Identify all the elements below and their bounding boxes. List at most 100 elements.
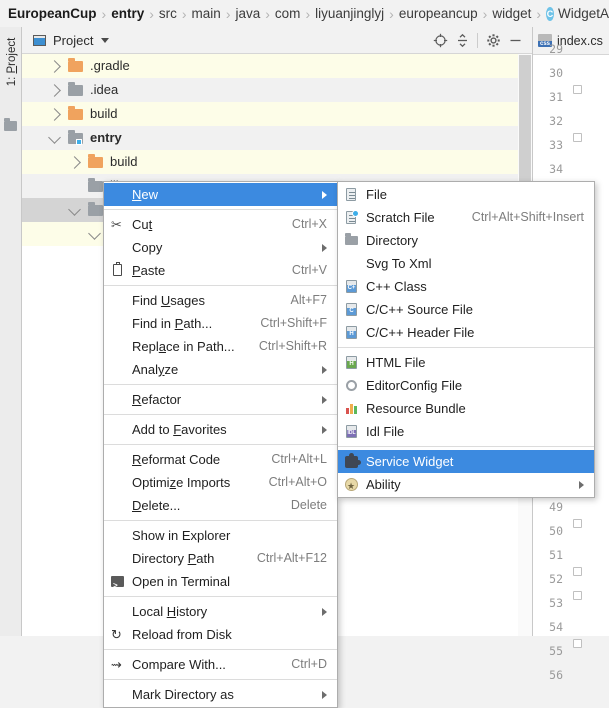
menu-item-open-in-terminal[interactable]: Open in Terminal	[104, 570, 337, 597]
breadcrumb-item-liyuanjinglyj[interactable]: liyuanjinglyj	[315, 6, 384, 21]
menu-item-shortcut: Ctrl+D	[291, 657, 327, 671]
menu-item-reformat-code[interactable]: Reformat Code Ctrl+Alt+L	[104, 448, 337, 471]
menu-item-optimize-imports[interactable]: Optimize Imports Ctrl+Alt+O	[104, 471, 337, 494]
breadcrumb-item-widgeta[interactable]: WidgetA	[558, 6, 609, 21]
chevron-down-icon[interactable]	[68, 203, 81, 216]
menu-item-shortcut: Delete	[290, 498, 327, 512]
chevron-down-icon[interactable]	[101, 37, 110, 43]
code-fold-marker[interactable]	[573, 85, 582, 94]
tree-row[interactable]: .idea	[22, 78, 518, 102]
compare-icon: ⇝	[111, 657, 122, 672]
menu-item-resource-bundle[interactable]: Resource Bundle	[338, 397, 594, 420]
project-window-icon	[33, 34, 46, 46]
menu-item-c-c-header-file[interactable]: H C/C++ Header File	[338, 321, 594, 344]
select-opened-file-icon[interactable]	[429, 30, 451, 52]
menu-item-label: Open in Terminal	[132, 574, 231, 589]
tree-row-label: .idea	[90, 82, 119, 97]
menu-item-directory-path[interactable]: Directory Path Ctrl+Alt+F12	[104, 547, 337, 570]
breadcrumb-item-widget[interactable]: widget	[492, 6, 531, 21]
menu-item-editorconfig-file[interactable]: EditorConfig File	[338, 374, 594, 397]
chevron-right-icon[interactable]	[48, 60, 61, 73]
html-file-icon: H	[344, 355, 359, 370]
menu-item-new[interactable]: New	[104, 183, 337, 206]
new-submenu[interactable]: File Scratch File Ctrl+Alt+Shift+Insert Dir…	[337, 181, 595, 498]
menu-item-file[interactable]: File	[338, 183, 594, 206]
menu-item-idl-file[interactable]: IDL Idl File	[338, 420, 594, 443]
breadcrumb-separator: ›	[389, 5, 394, 22]
menu-item-scratch-file[interactable]: Scratch File Ctrl+Alt+Shift+Insert	[338, 206, 594, 229]
tree-row[interactable]: .gradle	[22, 54, 518, 78]
tree-row[interactable]: entry	[22, 126, 518, 150]
hide-icon[interactable]	[504, 30, 526, 52]
menu-item-shortcut: Ctrl+Alt+Shift+Insert	[471, 210, 584, 224]
menu-item-local-history[interactable]: Local History	[104, 600, 337, 623]
chevron-right-icon[interactable]	[48, 108, 61, 121]
line-number: 54	[549, 620, 563, 634]
menu-item-refactor[interactable]: Refactor	[104, 388, 337, 411]
breadcrumb-item-com[interactable]: com	[275, 6, 301, 21]
menu-item-ability[interactable]: Ability	[338, 473, 594, 498]
collapse-all-icon[interactable]	[451, 30, 473, 52]
menu-item-delete[interactable]: Delete... Delete	[104, 494, 337, 517]
breadcrumb-separator: ›	[149, 5, 154, 22]
project-panel-actions	[429, 27, 526, 54]
menu-item-find-usages[interactable]: Find Usages Alt+F7	[104, 289, 337, 312]
tree-row[interactable]: build	[22, 102, 518, 126]
line-number: 56	[549, 668, 563, 682]
line-number: 30	[549, 66, 563, 80]
menu-item-svg-to-xml[interactable]: Svg To Xml	[338, 252, 594, 275]
chevron-down-icon[interactable]	[88, 227, 101, 240]
code-fold-marker[interactable]	[573, 519, 582, 528]
menu-item-find-in-path[interactable]: Find in Path... Ctrl+Shift+F	[104, 312, 337, 335]
menu-item-label: Replace in Path...	[132, 339, 235, 354]
project-panel-header: Project	[22, 27, 532, 54]
menu-item-compare-with[interactable]: ⇝ Compare With... Ctrl+D	[104, 653, 337, 676]
menu-item-shortcut: Ctrl+Alt+L	[271, 452, 327, 466]
menu-item-paste[interactable]: Paste Ctrl+V	[104, 259, 337, 282]
menu-item-label: Paste	[132, 263, 166, 278]
code-fold-marker[interactable]	[573, 567, 582, 576]
menu-item-copy[interactable]: Copy	[104, 236, 337, 259]
menu-item-replace-in-path[interactable]: Replace in Path... Ctrl+Shift+R	[104, 335, 337, 358]
breadcrumb-item-entry[interactable]: entry	[111, 6, 144, 21]
breadcrumb-item-main[interactable]: main	[192, 6, 221, 21]
menu-item-add-to-favorites[interactable]: Add to Favorites	[104, 418, 337, 441]
menu-item-directory[interactable]: Directory	[338, 229, 594, 252]
chevron-down-icon[interactable]	[48, 131, 61, 144]
breadcrumb-separator: ›	[482, 5, 488, 22]
breadcrumb-item-java[interactable]: java	[235, 6, 260, 21]
menu-item-html-file[interactable]: H HTML File	[338, 351, 594, 374]
breadcrumb[interactable]: EuropeanCup › entry › src › main › java › com › liyu…	[0, 0, 609, 27]
menu-item-analyze[interactable]: Analyze	[104, 358, 337, 381]
menu-item-label: C/C++ Header File	[366, 325, 475, 340]
code-fold-marker[interactable]	[573, 639, 582, 648]
code-fold-marker[interactable]	[573, 591, 582, 600]
settings-gear-icon[interactable]	[482, 30, 504, 52]
menu-item-label: Svg To Xml	[366, 256, 432, 271]
menu-item-service-widget[interactable]: Service Widget	[338, 450, 594, 473]
breadcrumb-item-europeancup[interactable]: europeancup	[399, 6, 478, 21]
menu-item-show-in-explorer[interactable]: Show in Explorer	[104, 524, 337, 547]
context-menu[interactable]: New ✂ Cut Ctrl+X Copy Paste Ctrl+V Find Usages A…	[103, 181, 338, 708]
chevron-right-icon[interactable]	[68, 156, 81, 169]
code-fold-marker[interactable]	[573, 133, 582, 142]
tree-row[interactable]: build	[22, 150, 518, 174]
editor-tab-index-css[interactable]: index.cs	[557, 34, 603, 48]
breadcrumb-item-src[interactable]: src	[159, 6, 177, 21]
menu-separator	[104, 444, 337, 445]
menu-item-c-c-source-file[interactable]: C C/C++ Source File	[338, 298, 594, 321]
line-number: 52	[549, 572, 563, 586]
menu-item-shortcut: Ctrl+X	[291, 217, 327, 231]
folder-icon	[68, 82, 83, 96]
menu-item-cut[interactable]: ✂ Cut Ctrl+X	[104, 213, 337, 236]
breadcrumb-item-europeancup[interactable]: EuropeanCup	[8, 6, 97, 21]
menu-item-mark-directory-as[interactable]: Mark Directory as	[104, 683, 337, 706]
menu-item-reload-from-disk[interactable]: ↻ Reload from Disk	[104, 623, 337, 646]
c-header-icon: H	[344, 325, 359, 340]
menu-item-c-class[interactable]: C+ C++ Class	[338, 275, 594, 298]
tool-window-button-project[interactable]: 1: Project	[1, 27, 23, 97]
menu-item-shortcut: Ctrl+Shift+F	[260, 316, 327, 330]
chevron-right-icon[interactable]	[48, 84, 61, 97]
menu-separator	[104, 209, 337, 210]
menu-item-label: Idl File	[366, 424, 405, 439]
